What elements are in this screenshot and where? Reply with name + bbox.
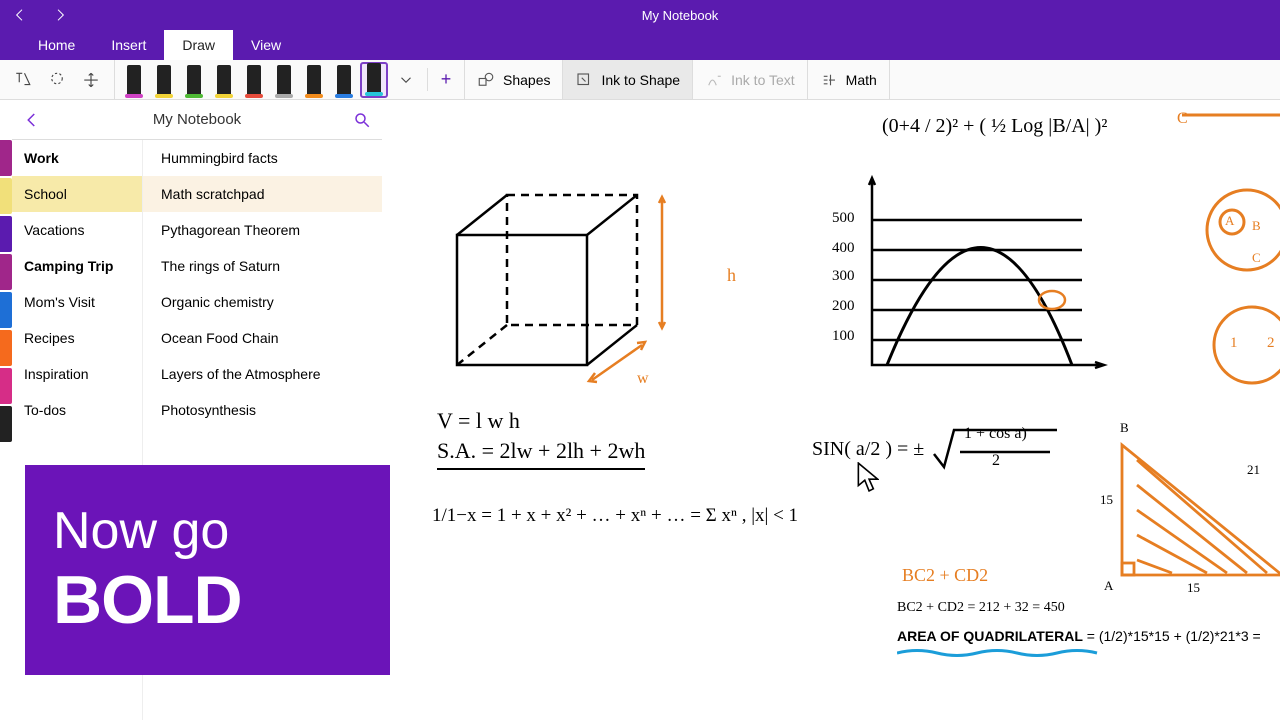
page-item[interactable]: Hummingbird facts: [143, 140, 382, 176]
sin-frac-top: 1 + cos a): [964, 425, 1027, 443]
tab-draw[interactable]: Draw: [164, 30, 233, 60]
page-item[interactable]: Layers of the Atmosphere: [143, 356, 382, 392]
graph-drawing: [832, 170, 1112, 380]
section-tabs-strip: [0, 100, 12, 720]
text-mode-icon[interactable]: [8, 65, 38, 95]
eq-sin: SIN( a/2 ) = ±: [812, 438, 924, 461]
tab-home[interactable]: Home: [20, 30, 93, 60]
pen-6[interactable]: [270, 62, 298, 98]
math-button[interactable]: Math: [808, 60, 890, 99]
section-color-7[interactable]: [0, 368, 12, 404]
page-item[interactable]: Ocean Food Chain: [143, 320, 382, 356]
search-button[interactable]: [342, 111, 382, 129]
add-pen-button[interactable]: +: [432, 66, 460, 94]
axis-100: 100: [832, 328, 855, 345]
search-icon: [353, 111, 371, 129]
forward-button[interactable]: [40, 0, 80, 30]
title-bar: My Notebook: [0, 0, 1280, 30]
window-title: My Notebook: [80, 8, 1280, 23]
section-color-5[interactable]: [0, 292, 12, 328]
underline-wave: [897, 648, 1102, 658]
section-inspiration[interactable]: Inspiration: [12, 356, 142, 392]
promo-line1: Now go: [53, 501, 390, 561]
eq-volume: V = l w h: [437, 408, 520, 434]
section-recipes[interactable]: Recipes: [12, 320, 142, 356]
section-color-8[interactable]: [0, 406, 12, 442]
draw-toolbar: + Shapes Ink to Shape Ink to Text Math: [0, 60, 1280, 100]
lasso-icon[interactable]: [42, 65, 72, 95]
pan-icon[interactable]: [76, 65, 106, 95]
tri-a: A: [1104, 578, 1113, 594]
page-item[interactable]: Pythagorean Theorem: [143, 212, 382, 248]
math-icon: [820, 71, 838, 89]
shapes-button[interactable]: Shapes: [465, 60, 563, 99]
axis-500: 500: [832, 210, 855, 227]
eq-sa: S.A. = 2lw + 2lh + 2wh: [437, 438, 645, 470]
section-camping-trip[interactable]: Camping Trip: [12, 248, 142, 284]
section-moms-visit[interactable]: Mom's Visit: [12, 284, 142, 320]
pen-3[interactable]: [180, 62, 208, 98]
cube-w-label: w: [637, 370, 649, 388]
eq-series: 1/1−x = 1 + x + x² + … + xⁿ + … = Σ xⁿ ,…: [432, 505, 798, 527]
bc-line: BC2 + CD2 = 212 + 32 = 450: [897, 600, 1065, 616]
pen-2[interactable]: [150, 62, 178, 98]
venn-a: A: [1225, 213, 1234, 229]
venn-b: B: [1252, 218, 1261, 234]
section-color-1[interactable]: [0, 140, 12, 176]
cursor-icon: [857, 462, 879, 492]
cube-h-label: h: [727, 265, 736, 286]
shapes-icon: [477, 71, 495, 89]
back-button[interactable]: [0, 0, 40, 30]
pen-5[interactable]: [240, 62, 268, 98]
pen-more-icon[interactable]: [391, 65, 421, 95]
venn-2: 2: [1267, 335, 1275, 352]
section-color-4[interactable]: [0, 254, 12, 290]
notebook-title: My Notebook: [52, 111, 342, 128]
cube-arrows: [437, 185, 717, 405]
area-line: AREA OF QUADRILATERAL = (1/2)*15*15 + (1…: [897, 628, 1261, 646]
page-item[interactable]: Math scratchpad: [143, 176, 382, 212]
nav-back-button[interactable]: [12, 111, 52, 129]
pen-1[interactable]: [120, 62, 148, 98]
section-todos[interactable]: To-dos: [12, 392, 142, 428]
promo-line2: BOLD: [53, 561, 390, 639]
pen-selected[interactable]: [360, 62, 388, 98]
ink-to-shape-button[interactable]: Ink to Shape: [563, 60, 693, 99]
sin-frac-bot: 2: [992, 452, 1000, 470]
venn-drawing: [1182, 100, 1280, 400]
ink-to-text-icon: [705, 71, 723, 89]
page-canvas[interactable]: h w (0+4 / 2)² + ( ½ Log |B/A| )² 500 40…: [382, 100, 1280, 720]
promo-overlay: Now go BOLD: [25, 465, 390, 675]
tri-15v: 15: [1100, 492, 1113, 508]
page-item[interactable]: Organic chemistry: [143, 284, 382, 320]
equation-top: (0+4 / 2)² + ( ½ Log |B/A| )²: [882, 115, 1107, 138]
tri-15h: 15: [1187, 580, 1200, 596]
axis-200: 200: [832, 298, 855, 315]
axis-300: 300: [832, 268, 855, 285]
venn-c2: C: [1252, 250, 1261, 266]
tri-21: 21: [1247, 462, 1260, 478]
section-color-6[interactable]: [0, 330, 12, 366]
section-vacations[interactable]: Vacations: [12, 212, 142, 248]
tab-view[interactable]: View: [233, 30, 299, 60]
section-color-3[interactable]: [0, 216, 12, 252]
section-school[interactable]: School: [12, 176, 142, 212]
section-work[interactable]: Work: [12, 140, 142, 176]
ribbon-tabs: Home Insert Draw View: [0, 30, 1280, 60]
pen-7[interactable]: [300, 62, 328, 98]
tab-insert[interactable]: Insert: [93, 30, 164, 60]
pen-8[interactable]: [330, 62, 358, 98]
venn-c: C: [1177, 110, 1188, 128]
tri-b: B: [1120, 420, 1129, 436]
ink-to-text-button: Ink to Text: [693, 60, 808, 99]
venn-1: 1: [1230, 335, 1238, 352]
orange-expr: BC2 + CD2: [902, 565, 988, 586]
section-color-2[interactable]: [0, 178, 12, 214]
pen-4[interactable]: [210, 62, 238, 98]
page-item[interactable]: Photosynthesis: [143, 392, 382, 428]
ink-to-shape-icon: [575, 71, 593, 89]
axis-400: 400: [832, 240, 855, 257]
page-item[interactable]: The rings of Saturn: [143, 248, 382, 284]
triangle-drawing: [1112, 425, 1280, 585]
